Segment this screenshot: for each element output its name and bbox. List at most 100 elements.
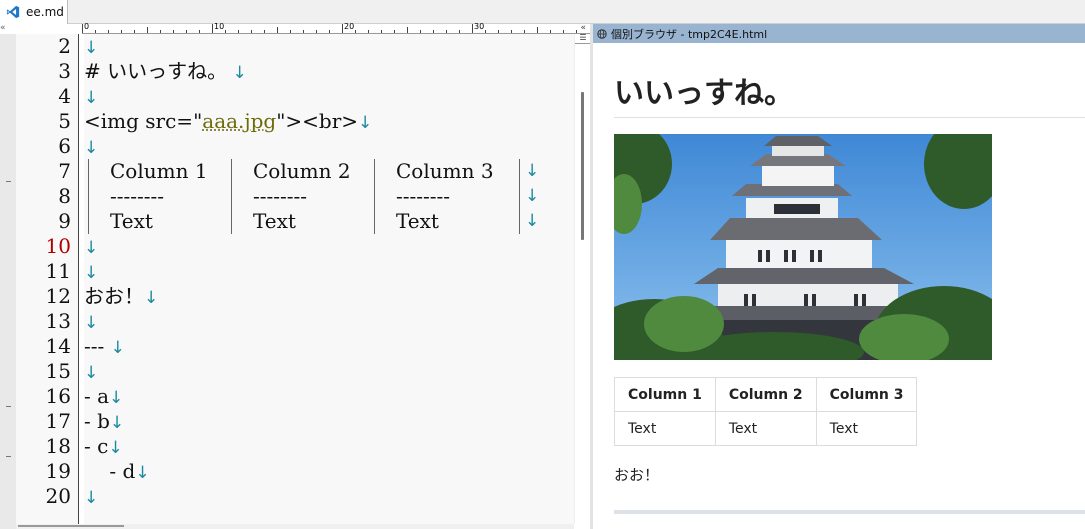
- line-number: 14: [45, 334, 71, 358]
- line-number: 13: [45, 309, 71, 333]
- newline-mark: ↓: [358, 113, 373, 133]
- table-pipe: [231, 159, 232, 184]
- code-line: ↓: [84, 234, 98, 259]
- newline-mark: ↓: [227, 63, 247, 83]
- tab-label: ee.md: [26, 5, 64, 19]
- newline-mark: ↓: [84, 313, 99, 333]
- table-header-cell: Column 3: [815, 377, 918, 412]
- table-cell-text: --------: [253, 184, 308, 208]
- code-line: # いいっすね。 ↓: [84, 59, 247, 83]
- table-cell-text: Column 1: [110, 159, 208, 183]
- code-line: ↓: [84, 309, 98, 334]
- ruler-tick: [316, 30, 317, 33]
- newline-mark: ↓: [84, 488, 99, 508]
- table-pipe: [519, 159, 520, 184]
- ruler-tick: [108, 30, 109, 33]
- preview-window-title: 個別ブラウザ - tmp2C4E.html: [611, 27, 768, 41]
- vscode-icon: [6, 5, 20, 19]
- code-area[interactable]: ↓ # いいっすね。 ↓ ↓ <img src="aaa.jpg"><br>↓ ↓ Col…: [84, 34, 574, 524]
- code-line: <img src="aaa.jpg"><br>↓: [84, 109, 373, 133]
- expand-icon[interactable]: «: [580, 23, 586, 33]
- ruler-tick: [485, 30, 486, 33]
- ruler-tick: [576, 30, 577, 33]
- code-line: ↓: [84, 259, 98, 284]
- ruler-tick: [342, 24, 343, 33]
- ruler-tick: [407, 27, 408, 33]
- ruler-tick: [329, 30, 330, 33]
- split-view-icon[interactable]: ☰: [575, 34, 591, 44]
- table-pipe: [374, 209, 375, 234]
- code-line: ↓: [84, 359, 98, 384]
- table-pipe: [88, 159, 89, 184]
- table-pipe: [231, 209, 232, 234]
- newline-mark: ↓: [84, 363, 99, 383]
- ruler-tick: [368, 30, 369, 33]
- newline-mark: ↓: [109, 388, 124, 408]
- preview-heading: いいっすね。: [614, 76, 794, 111]
- newline-mark: ↓: [525, 161, 540, 181]
- table-pipe: [374, 159, 375, 184]
- ruler-tick: [277, 27, 278, 33]
- ruler-tick: [121, 30, 122, 33]
- ruler-tick: [511, 30, 512, 33]
- ruler-mark: 10: [214, 22, 225, 31]
- tab-ee-md[interactable]: ee.md: [0, 0, 68, 24]
- newline-mark: ↓: [525, 186, 540, 206]
- image-path-link[interactable]: aaa.jpg: [202, 109, 276, 133]
- ruler-tick: [381, 30, 382, 33]
- table-pipe: [374, 184, 375, 209]
- line-number: 8: [58, 184, 71, 208]
- line-number: 2: [58, 34, 71, 58]
- ruler-tick: [290, 30, 291, 33]
- table-pipe: [231, 184, 232, 209]
- table-cell-text: Column 2: [253, 159, 351, 183]
- vertical-scrollbar[interactable]: ☰: [574, 34, 591, 524]
- table-cell: Text: [614, 411, 716, 446]
- tab-bar: ee.md: [0, 0, 1085, 24]
- ruler-tick: [238, 30, 239, 33]
- line-number: 6: [58, 134, 71, 158]
- newline-mark: ↓: [84, 238, 99, 258]
- line-number: 18: [45, 434, 71, 458]
- ruler-tick: [303, 30, 304, 33]
- line-number: 10: [45, 234, 71, 258]
- globe-icon: [597, 28, 607, 39]
- heading-rule: [614, 117, 1085, 118]
- table-pipe: [519, 209, 520, 234]
- preview-table: Column 1 Column 2 Column 3 Text Text Tex…: [614, 377, 918, 446]
- ruler-tick: [355, 30, 356, 33]
- table-header-row: Column 1 Column 2 Column 3: [614, 377, 918, 412]
- collapse-icon[interactable]: «: [0, 24, 14, 34]
- editor-pane[interactable]: 0 10 20 30 « « 2 3 4 5 6 7 8 9 10 11 12 13 14 15 16 17 18 19 2…: [0, 22, 591, 529]
- ruler-tick: [212, 24, 213, 33]
- ruler-tick: [186, 30, 187, 33]
- line-number-gutter: 2 3 4 5 6 7 8 9 10 11 12 13 14 15 16 17 18 19 20: [16, 34, 78, 524]
- newline-mark: ↓: [144, 288, 159, 308]
- vertical-scroll-thumb[interactable]: [581, 92, 584, 240]
- newline-mark: ↓: [84, 88, 99, 108]
- ruler-tick: [524, 30, 525, 33]
- horizontal-scroll-thumb[interactable]: [18, 525, 124, 527]
- line-number: 17: [45, 409, 71, 433]
- ruler-mark: 20: [344, 22, 355, 31]
- table-cell: Text: [714, 411, 817, 446]
- ruler-tick: [433, 30, 434, 33]
- ruler-tick: [225, 30, 226, 33]
- line-number: 5: [58, 109, 71, 133]
- ruler-tick: [82, 24, 83, 33]
- line-number: 20: [45, 484, 71, 508]
- table-cell-text: Text: [253, 209, 296, 233]
- ruler-tick: [160, 30, 161, 33]
- ruler-tick: [550, 30, 551, 33]
- code-line: - a↓: [84, 384, 124, 408]
- newline-mark: ↓: [525, 211, 540, 231]
- code-line: - d↓: [84, 459, 150, 483]
- table-cell: Text: [815, 411, 918, 446]
- newline-mark: ↓: [84, 263, 99, 283]
- line-number: 9: [58, 209, 71, 233]
- ruler-tick: [251, 30, 252, 33]
- table-pipe: [519, 184, 520, 209]
- horizontal-scrollbar[interactable]: [16, 524, 574, 529]
- newline-mark: ↓: [108, 438, 123, 458]
- table-cell-text: Text: [396, 209, 439, 233]
